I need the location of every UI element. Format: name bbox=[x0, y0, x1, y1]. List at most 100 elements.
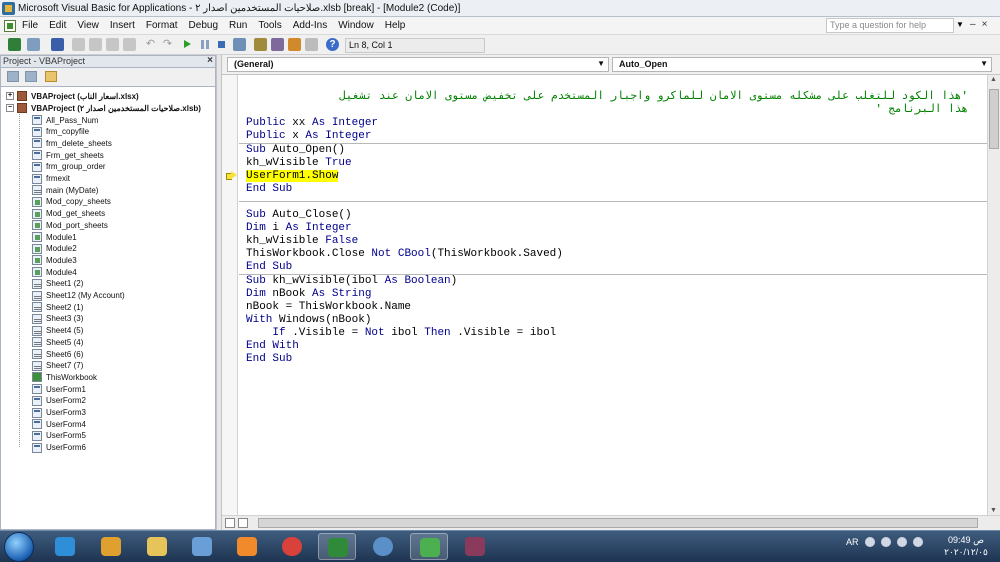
properties-icon[interactable] bbox=[271, 38, 284, 51]
save-icon[interactable] bbox=[51, 38, 64, 51]
menu-debug[interactable]: Debug bbox=[189, 20, 218, 31]
volume-icon[interactable] bbox=[912, 537, 923, 547]
network-icon[interactable] bbox=[880, 537, 891, 547]
start-button-icon[interactable] bbox=[4, 532, 34, 562]
tree-item[interactable]: Sheet2 (1) bbox=[32, 301, 83, 313]
expand-icon[interactable]: + bbox=[6, 92, 14, 100]
object-combo[interactable]: (General) ▼ bbox=[227, 57, 609, 72]
excel-taskbar-icon[interactable] bbox=[318, 533, 356, 560]
tree-item[interactable]: Sheet5 (4) bbox=[32, 336, 83, 348]
app-taskbar-icon[interactable] bbox=[364, 533, 402, 560]
undo-icon[interactable]: ↶ bbox=[144, 38, 157, 51]
view-object-icon[interactable] bbox=[25, 71, 37, 82]
ie-taskbar-icon[interactable] bbox=[46, 533, 84, 560]
scroll-thumb[interactable] bbox=[258, 518, 978, 528]
help-question-box[interactable]: Type a question for help bbox=[826, 18, 954, 33]
app-taskbar-icon[interactable] bbox=[92, 533, 130, 560]
tree-item[interactable]: Sheet4 (5) bbox=[32, 325, 83, 337]
app-taskbar-icon[interactable] bbox=[410, 533, 448, 560]
minimize-icon[interactable]: – bbox=[970, 19, 976, 30]
full-module-view-icon[interactable] bbox=[238, 518, 248, 528]
chrome-taskbar-icon[interactable] bbox=[273, 533, 311, 560]
toolbox-icon[interactable] bbox=[305, 38, 318, 51]
tree-item[interactable]: ThisWorkbook bbox=[32, 371, 97, 383]
design-mode-icon[interactable] bbox=[233, 38, 246, 51]
tree-item[interactable]: Sheet12 (My Account) bbox=[32, 290, 125, 302]
tree-project-2[interactable]: − VBAProject (صلاحيات المستخدمين اصدار ٢… bbox=[6, 102, 201, 114]
tree-item[interactable]: Module3 bbox=[32, 254, 77, 266]
procedure-view-icon[interactable] bbox=[225, 518, 235, 528]
clock[interactable]: 09:49 ص ٢٠٢٠/١٢/٠٥ bbox=[936, 534, 996, 558]
tree-item[interactable]: frmexit bbox=[32, 173, 70, 185]
tree-item[interactable]: frm_group_order bbox=[32, 161, 106, 173]
tree-item[interactable]: Mod_port_sheets bbox=[32, 219, 108, 231]
tree-item[interactable]: Mod_get_sheets bbox=[32, 208, 105, 220]
paste-icon[interactable] bbox=[106, 38, 119, 51]
procedure-combo[interactable]: Auto_Open ▼ bbox=[612, 57, 992, 72]
collapse-icon[interactable]: − bbox=[6, 104, 14, 112]
run-icon[interactable] bbox=[181, 38, 194, 51]
tree-item[interactable]: Mod_copy_sheets bbox=[32, 196, 111, 208]
view-code-icon[interactable] bbox=[7, 71, 19, 82]
tree-item[interactable]: Sheet3 (3) bbox=[32, 313, 83, 325]
menu-window[interactable]: Window bbox=[338, 20, 374, 31]
tree-item[interactable]: Module2 bbox=[32, 243, 77, 255]
chevron-down-icon[interactable]: ▼ bbox=[956, 20, 964, 29]
close-icon[interactable]: × bbox=[982, 19, 988, 30]
menu-tools[interactable]: Tools bbox=[258, 20, 281, 31]
view-excel-icon[interactable] bbox=[8, 38, 21, 51]
tree-item[interactable]: main (MyDate) bbox=[32, 184, 98, 196]
paint-taskbar-icon[interactable] bbox=[183, 533, 221, 560]
breakpoint-margin[interactable] bbox=[222, 75, 238, 515]
vertical-scrollbar[interactable]: ▲ ▼ bbox=[987, 75, 1000, 515]
language-indicator[interactable]: AR bbox=[846, 537, 859, 547]
tree-item[interactable]: Sheet6 (6) bbox=[32, 348, 83, 360]
tree-item[interactable]: All_Pass_Num bbox=[32, 114, 98, 126]
cut-icon[interactable] bbox=[72, 38, 85, 51]
tree-item[interactable]: Frm_get_sheets bbox=[32, 149, 104, 161]
tree-item[interactable]: frm_delete_sheets bbox=[32, 137, 112, 149]
code-editor[interactable]: 'هذا الكود للتغلب على مشكله مستوى الامان… bbox=[222, 75, 987, 515]
menu-format[interactable]: Format bbox=[146, 20, 178, 31]
tree-item[interactable]: Sheet7 (7) bbox=[32, 360, 83, 372]
stop-icon[interactable] bbox=[215, 38, 228, 51]
scroll-down-icon[interactable]: ▼ bbox=[990, 507, 997, 514]
close-icon[interactable]: × bbox=[205, 55, 213, 66]
tree-item[interactable]: UserForm4 bbox=[32, 418, 86, 430]
tree-project-1[interactable]: + VBAProject (اسعار الناب.xlsx) bbox=[6, 90, 139, 102]
find-icon[interactable] bbox=[123, 38, 136, 51]
project-explorer-icon[interactable] bbox=[254, 38, 267, 51]
copy-icon[interactable] bbox=[89, 38, 102, 51]
menu-help[interactable]: Help bbox=[385, 20, 406, 31]
excel-doc-icon[interactable] bbox=[4, 19, 16, 32]
object-browser-icon[interactable] bbox=[288, 38, 301, 51]
insert-userform-icon[interactable] bbox=[27, 38, 40, 51]
menu-file[interactable]: File bbox=[22, 20, 38, 31]
tree-item[interactable]: UserForm1 bbox=[32, 383, 86, 395]
pause-icon[interactable] bbox=[198, 38, 211, 51]
tree-item[interactable]: Module1 bbox=[32, 231, 77, 243]
menu-insert[interactable]: Insert bbox=[110, 20, 135, 31]
tree-item[interactable]: Sheet1 (2) bbox=[32, 278, 83, 290]
tree-item[interactable]: Module4 bbox=[32, 266, 77, 278]
menu-edit[interactable]: Edit bbox=[49, 20, 66, 31]
media-player-taskbar-icon[interactable] bbox=[228, 533, 266, 560]
toggle-folders-icon[interactable] bbox=[45, 71, 57, 82]
explorer-taskbar-icon[interactable] bbox=[138, 533, 176, 560]
scroll-up-icon[interactable]: ▲ bbox=[990, 76, 997, 83]
tree-item[interactable]: frm_copyfile bbox=[32, 126, 89, 138]
scroll-thumb[interactable] bbox=[989, 89, 999, 149]
help-icon[interactable] bbox=[864, 537, 875, 547]
tree-item[interactable]: UserForm2 bbox=[32, 395, 86, 407]
redo-icon[interactable]: ↷ bbox=[161, 38, 174, 51]
flag-icon[interactable] bbox=[896, 537, 907, 547]
tree-item[interactable]: UserForm3 bbox=[32, 407, 86, 419]
winrar-taskbar-icon[interactable] bbox=[456, 533, 494, 560]
menu-view[interactable]: View bbox=[77, 20, 99, 31]
help-icon[interactable]: ? bbox=[326, 38, 339, 51]
tree-item[interactable]: UserForm6 bbox=[32, 442, 86, 454]
horizontal-scrollbar[interactable] bbox=[222, 515, 1000, 530]
tree-item[interactable]: UserForm5 bbox=[32, 430, 86, 442]
menu-run[interactable]: Run bbox=[229, 20, 247, 31]
menu-addins[interactable]: Add-Ins bbox=[293, 20, 327, 31]
